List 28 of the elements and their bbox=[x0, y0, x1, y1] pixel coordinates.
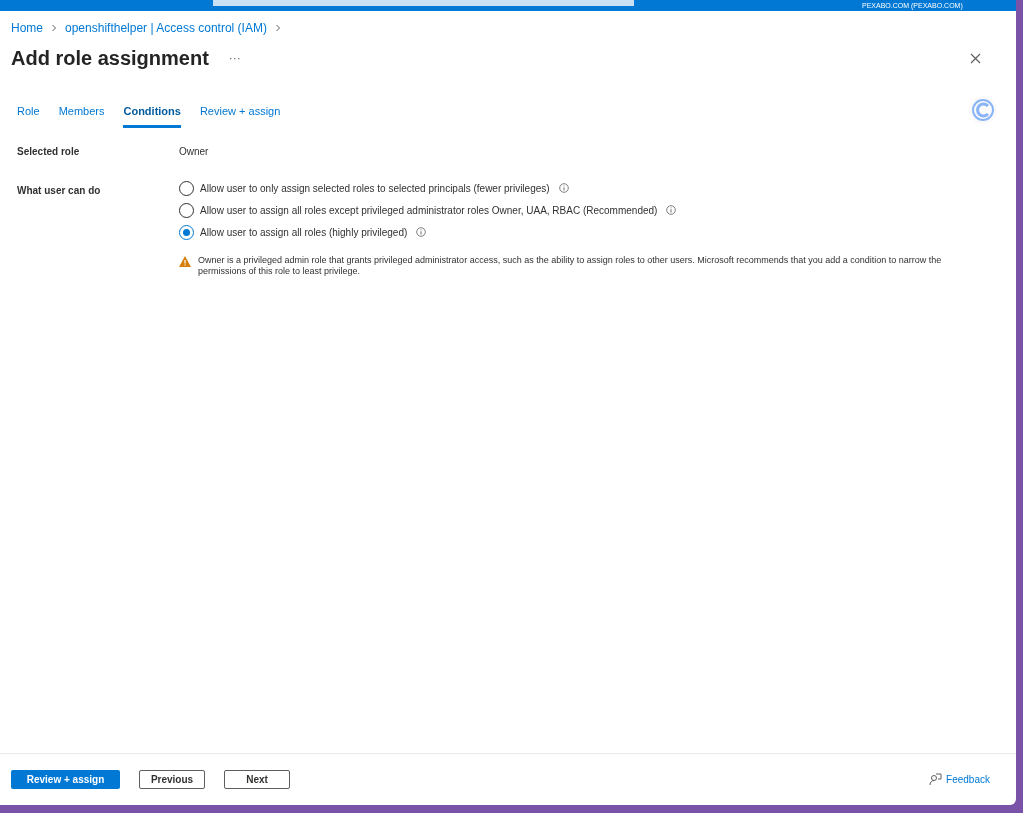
field-label: Selected role bbox=[17, 144, 81, 159]
feedback-icon bbox=[929, 773, 943, 786]
breadcrumb-link[interactable]: openshifthelper | Access control (IAM) bbox=[65, 19, 267, 37]
breadcrumb-link[interactable]: Home bbox=[11, 19, 43, 37]
page-title: Add role assignment bbox=[11, 46, 209, 71]
radio-label: Allow user to only assign selected roles to selected principals (fewer privileges) bbox=[200, 181, 550, 196]
tab[interactable]: Conditions bbox=[123, 103, 181, 128]
info-icon[interactable] bbox=[666, 205, 677, 215]
secondary-button[interactable]: Previous bbox=[139, 770, 205, 789]
info-icon[interactable] bbox=[558, 183, 569, 193]
info-icon[interactable] bbox=[416, 227, 427, 237]
secondary-button[interactable]: Next bbox=[224, 770, 290, 789]
primary-button[interactable]: Review + assign bbox=[11, 770, 120, 789]
tab[interactable]: Review + assign bbox=[199, 103, 281, 128]
tab[interactable]: Members bbox=[58, 103, 105, 128]
warning-message: Owner is a privileged admin role that grants privileged administrator access, such as the ability to assign roles to other users. Microsoft recommends that you add a condition to narrow the permissions of this role to least privilege. bbox=[198, 254, 943, 277]
field-value: Owner bbox=[179, 144, 209, 159]
tab[interactable]: Role bbox=[17, 103, 40, 128]
radio-label: Allow user to assign all roles except privileged administrator roles Owner, UAA, RBAC (Recommended) bbox=[200, 203, 658, 218]
chevron-icon bbox=[273, 24, 282, 32]
feedback-link[interactable]: Feedback bbox=[929, 772, 990, 787]
search-field[interactable] bbox=[213, 0, 634, 6]
warning-icon bbox=[179, 255, 191, 267]
field-label: What user can do bbox=[17, 183, 102, 198]
chevron-icon bbox=[50, 24, 58, 32]
close-icon[interactable] bbox=[970, 52, 981, 64]
radio-label: Allow user to assign all roles (highly privileged) bbox=[200, 225, 408, 240]
more-options-button[interactable]: ··· bbox=[228, 49, 241, 67]
